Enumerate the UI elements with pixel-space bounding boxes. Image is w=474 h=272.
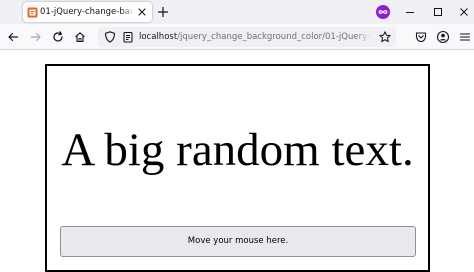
url-host: localhost [139,32,178,42]
navigation-toolbar: localhost/jquery_change_background_color… [0,24,474,50]
forward-arrow-icon[interactable] [29,30,43,44]
tab-title: 01-jQuery-change-background-color [40,7,133,17]
page-viewport: A big random text. Move your mouse here. [0,51,474,272]
hamburger-menu-icon[interactable] [458,30,472,44]
html-file-icon [27,7,38,18]
address-bar[interactable]: localhost/jquery_change_background_color… [98,27,396,47]
home-icon[interactable] [73,30,87,44]
private-browsing-mask-icon[interactable] [376,5,390,19]
close-tab-icon[interactable] [136,6,148,18]
close-window-icon[interactable] [457,5,471,19]
back-arrow-icon[interactable] [6,30,20,44]
move-mouse-button[interactable]: Move your mouse here. [60,226,416,257]
account-icon[interactable] [436,30,450,44]
bookmark-star-icon[interactable] [378,30,392,44]
page-info-icon[interactable] [121,30,135,44]
pocket-icon[interactable] [414,30,428,44]
tab-title-fade [121,5,135,19]
minimize-window-icon[interactable] [403,5,417,19]
url-fade [356,30,372,44]
tab-strip: 01-jQuery-change-background-color [0,0,474,24]
tracking-protection-shield-icon[interactable] [103,30,117,44]
page-heading: A big random text. [61,124,414,176]
maximize-window-icon[interactable] [431,5,445,19]
new-tab-plus-icon[interactable] [156,5,170,19]
url-text[interactable]: localhost/jquery_change_background_color… [139,30,371,44]
bordered-container: A big random text. Move your mouse here. [45,64,430,272]
url-path: /jquery_change_background_color/01-jQuer… [177,32,371,42]
browser-tab[interactable]: 01-jQuery-change-background-color [23,2,152,22]
reload-icon[interactable] [51,30,65,44]
